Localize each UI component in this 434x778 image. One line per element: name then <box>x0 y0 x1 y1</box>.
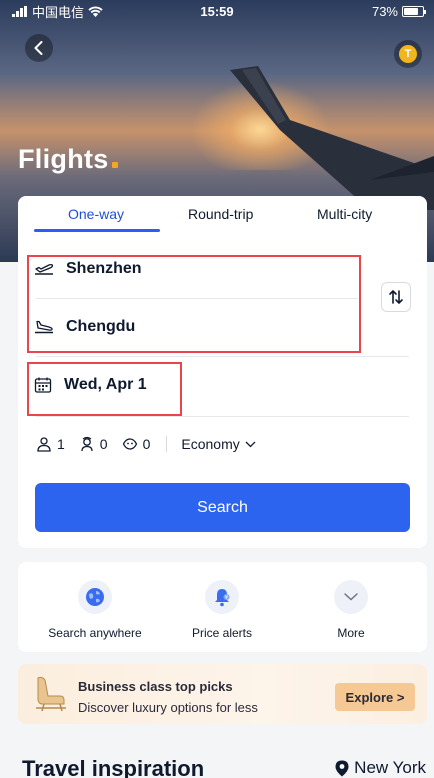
infant-count-value: 0 <box>142 436 151 452</box>
child-icon <box>81 436 93 452</box>
chevron-left-icon <box>34 41 43 55</box>
search-anywhere-label: Search anywhere <box>48 626 142 640</box>
quick-actions-card: Search anywhere ¥ Price alerts More <box>18 562 427 652</box>
infant-count[interactable]: 0 <box>122 436 151 452</box>
search-anywhere-button[interactable]: Search anywhere <box>25 580 165 640</box>
adult-count[interactable]: 1 <box>36 436 65 452</box>
price-alerts-label: Price alerts <box>191 626 253 640</box>
location-pin-icon <box>335 760 349 776</box>
active-tab-indicator <box>34 229 160 232</box>
flight-search-card: One-way Round-trip Multi-city Shenzhen C… <box>18 196 427 548</box>
date-highlight-box <box>27 362 182 416</box>
location-selector[interactable]: New York <box>335 758 426 778</box>
coin-icon: T <box>399 45 417 63</box>
swap-arrows-icon <box>389 290 403 304</box>
tab-one-way[interactable]: One-way <box>68 206 124 222</box>
title-accent-dot <box>111 162 118 168</box>
swap-cities-button[interactable] <box>381 282 411 312</box>
tab-multi-city[interactable]: Multi-city <box>317 206 372 222</box>
child-count-value: 0 <box>99 436 108 452</box>
chevron-down-icon <box>334 580 368 614</box>
profile-button[interactable]: T <box>394 40 422 68</box>
route-highlight-box <box>27 255 361 353</box>
more-label: More <box>337 626 365 640</box>
status-bar: 中国电信 15:59 73% <box>0 0 434 22</box>
business-class-promo[interactable]: Business class top picks Discover luxury… <box>18 664 427 724</box>
passenger-selector[interactable]: 1 0 0 Economy <box>36 436 256 452</box>
battery-icon <box>402 5 426 17</box>
location-name: New York <box>354 758 426 777</box>
child-count[interactable]: 0 <box>79 436 108 452</box>
battery-percent: 73% <box>371 3 398 19</box>
tab-round-trip[interactable]: Round-trip <box>188 206 253 222</box>
promo-subtitle: Discover luxury options for less <box>78 700 258 715</box>
signal-icon <box>12 5 27 17</box>
infant-icon <box>122 438 137 450</box>
chevron-down-icon <box>245 441 256 447</box>
travel-inspiration-heading: Travel inspiration <box>22 756 205 778</box>
wifi-icon <box>88 6 103 17</box>
airplane-wing-image <box>230 66 434 210</box>
adult-icon <box>37 437 51 452</box>
globe-icon <box>78 580 112 614</box>
explore-button[interactable]: Explore > <box>335 683 415 711</box>
back-button[interactable] <box>25 34 53 62</box>
cabin-class-selector[interactable]: Economy <box>181 436 256 452</box>
search-button[interactable]: Search <box>35 483 410 532</box>
promo-title: Business class top picks <box>78 679 233 694</box>
adult-count-value: 1 <box>57 436 65 452</box>
price-alerts-button[interactable]: ¥ Price alerts <box>152 580 292 640</box>
page-title-text: Flights <box>18 144 109 174</box>
divider <box>166 436 168 452</box>
more-button[interactable]: More <box>281 580 421 640</box>
seat-icon <box>36 676 66 712</box>
page-title: Flights <box>18 144 118 175</box>
carrier-name: 中国电信 <box>32 4 85 20</box>
cabin-class-value: Economy <box>181 436 240 452</box>
svg-text:¥: ¥ <box>225 595 228 601</box>
bell-icon: ¥ <box>205 580 239 614</box>
divider <box>36 356 409 357</box>
divider <box>36 416 409 417</box>
trip-type-tabs: One-way Round-trip Multi-city <box>18 196 427 236</box>
